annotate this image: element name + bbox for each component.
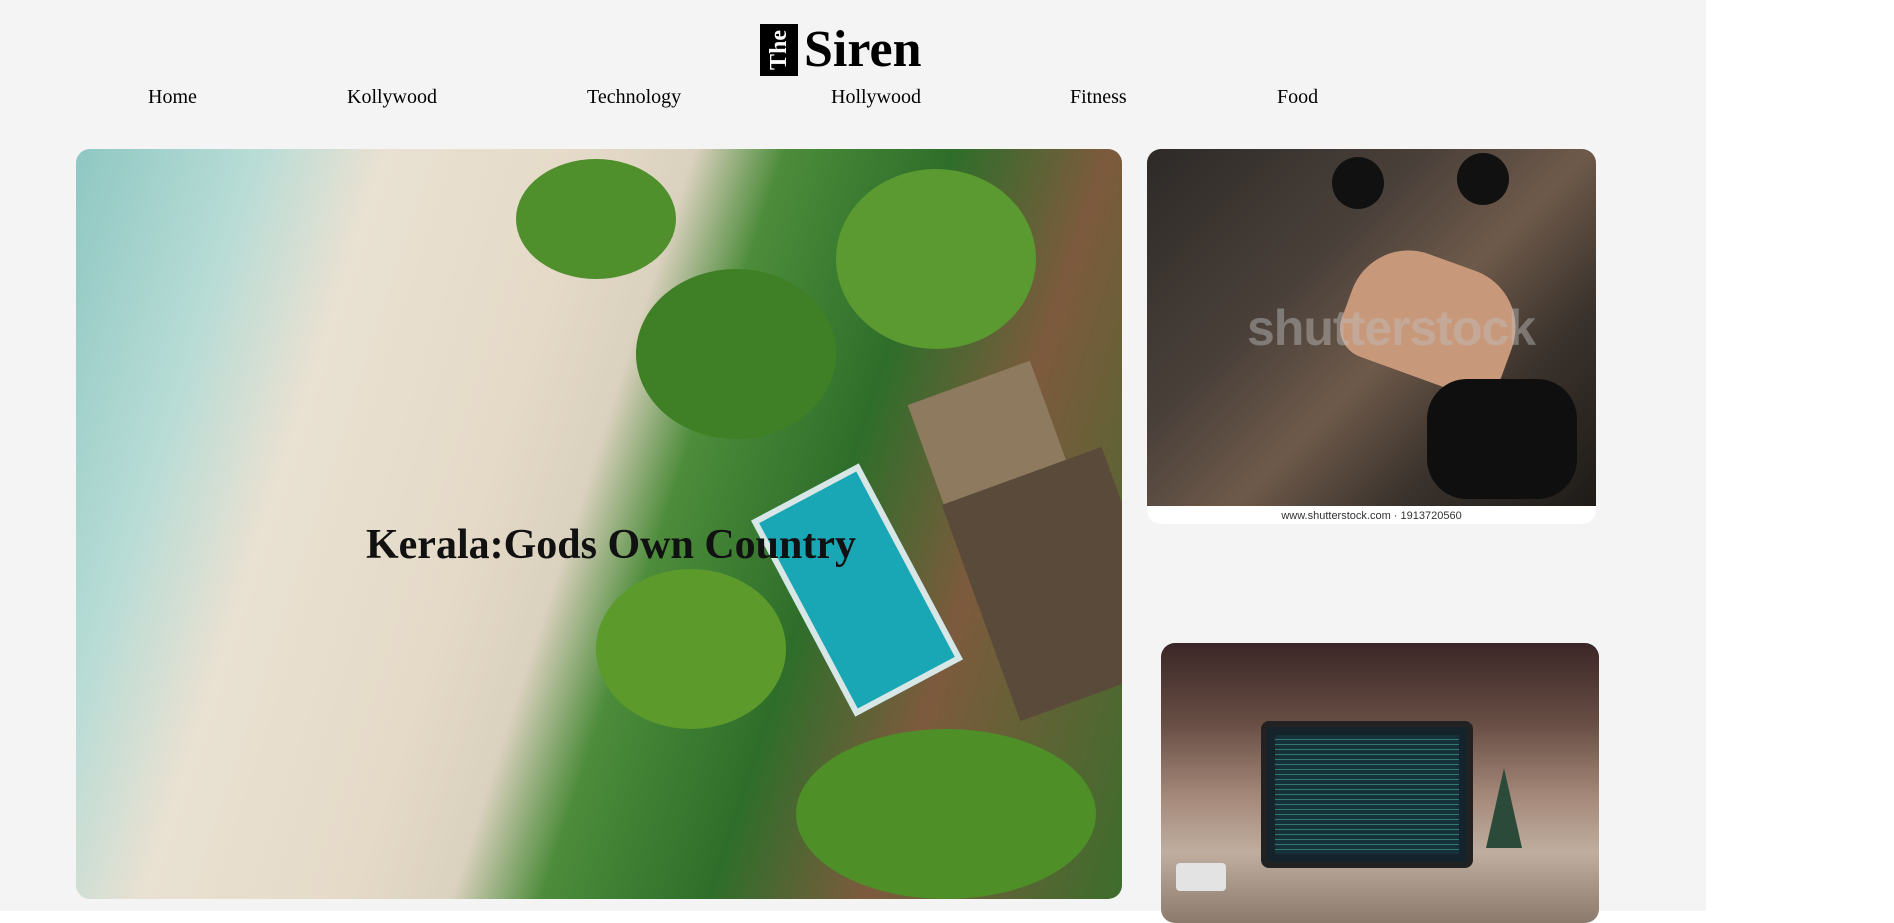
hero-article-card[interactable]: Kerala:Gods Own Country: [76, 149, 1122, 899]
nav-item-food[interactable]: Food: [1277, 86, 1318, 109]
christmas-tree-image: [1486, 768, 1522, 848]
phone-image: [1176, 863, 1226, 891]
dumbbell-image: [1457, 153, 1509, 205]
nav-item-home[interactable]: Home: [148, 86, 197, 109]
dumbbell-image: [1332, 157, 1384, 209]
nav-item-hollywood[interactable]: Hollywood: [831, 86, 921, 109]
technology-article-card[interactable]: [1161, 643, 1599, 923]
palm-tree-image: [516, 159, 676, 279]
palm-tree-image: [796, 729, 1096, 899]
main-nav: Home Kollywood Technology Hollywood Fitn…: [0, 86, 1706, 112]
watermark-text: shutterstock: [1247, 300, 1536, 356]
palm-tree-image: [636, 269, 836, 439]
palm-tree-image: [596, 569, 786, 729]
logo-badge: The: [760, 24, 798, 76]
nav-item-fitness[interactable]: Fitness: [1070, 86, 1127, 109]
nav-item-technology[interactable]: Technology: [587, 86, 681, 109]
code-screen-image: [1275, 735, 1459, 854]
site-logo[interactable]: The Siren: [760, 20, 922, 80]
athlete-legs-image: [1427, 379, 1577, 499]
fitness-photo: shutterstock: [1147, 149, 1596, 506]
page-background: The Siren Home Kollywood Technology Holl…: [0, 0, 1706, 923]
nav-item-kollywood[interactable]: Kollywood: [347, 86, 437, 109]
logo-prefix: The: [766, 29, 793, 71]
pool-image: [751, 463, 963, 717]
palm-tree-image: [836, 169, 1036, 349]
logo-name: Siren: [804, 21, 922, 78]
laptop-image: [1261, 721, 1473, 868]
image-caption: www.shutterstock.com · 1913720560: [1281, 510, 1462, 522]
fitness-article-card[interactable]: shutterstock www.shutterstock.com · 1913…: [1147, 149, 1596, 524]
hero-title[interactable]: Kerala:Gods Own Country: [366, 521, 856, 569]
